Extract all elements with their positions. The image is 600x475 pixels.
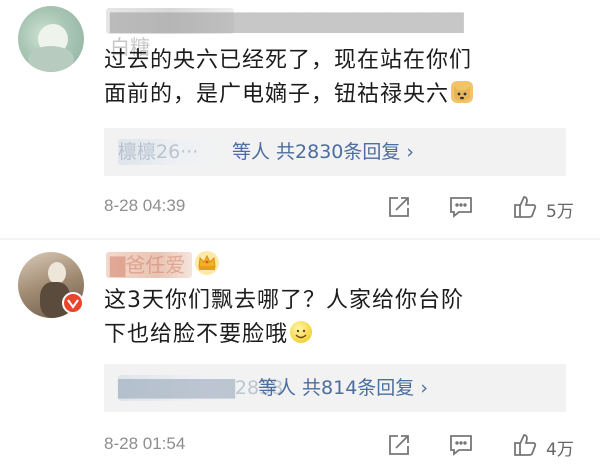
reply-summary[interactable]: 檩檩26··· 等人 共2830条回复 › [104, 128, 566, 176]
comment-text: 这3天你们飘去哪了？人家给你台阶下也给脸不要脸哦 [104, 288, 464, 347]
comment-icon[interactable] [448, 432, 474, 458]
reply-count-link[interactable]: 等人 共814条回复 › [258, 375, 428, 401]
username[interactable]: ▇▇▇▇▇▇▇▇▇▇▇▇▇▇▇▇▇▇▇▇▇▇▇ 白糖 [106, 8, 464, 59]
crown-icon [193, 250, 221, 276]
comment-footer: 8-28 04:39 5万 [0, 192, 600, 222]
comment-item: ▇爸任爱 这3天你们飘去哪了？人家给你台阶下也给脸不要脸哦 ▇▇▇▇▇▇▇▇28… [0, 240, 600, 475]
verified-badge-icon [62, 292, 84, 314]
comment-text: 过去的央六已经死了，现在站在你们面前的，是广电嫡子，钮祜禄央六 [104, 48, 474, 107]
doge-icon [451, 81, 474, 103]
timestamp: 8-28 01:54 [104, 434, 186, 453]
comment-icon[interactable] [448, 194, 474, 220]
timestamp: 8-28 04:39 [104, 196, 186, 215]
share-icon[interactable] [386, 432, 412, 458]
avatar[interactable] [18, 6, 84, 72]
like-count: 4万 [546, 440, 574, 460]
username[interactable]: ▇爸任爱 [106, 252, 192, 278]
reply-usernames[interactable]: ▇▇▇▇▇▇▇▇2838 [118, 375, 283, 401]
share-icon[interactable] [386, 194, 412, 220]
like-count: 5万 [546, 202, 574, 222]
like-icon[interactable] [512, 432, 538, 458]
reply-count-link[interactable]: 等人 共2830条回复 › [232, 139, 414, 165]
like-icon[interactable] [512, 194, 538, 220]
comment-footer: 8-28 01:54 4万 [0, 430, 600, 460]
reply-usernames[interactable]: 檩檩26··· [118, 139, 232, 165]
reply-summary[interactable]: ▇▇▇▇▇▇▇▇2838 等人 共814条回复 › [104, 364, 566, 412]
comment-item: ▇▇▇▇▇▇▇▇▇▇▇▇▇▇▇▇▇▇▇▇▇▇▇ 白糖 过去的央六已经死了，现在站… [0, 0, 600, 240]
smile-icon [290, 321, 313, 343]
